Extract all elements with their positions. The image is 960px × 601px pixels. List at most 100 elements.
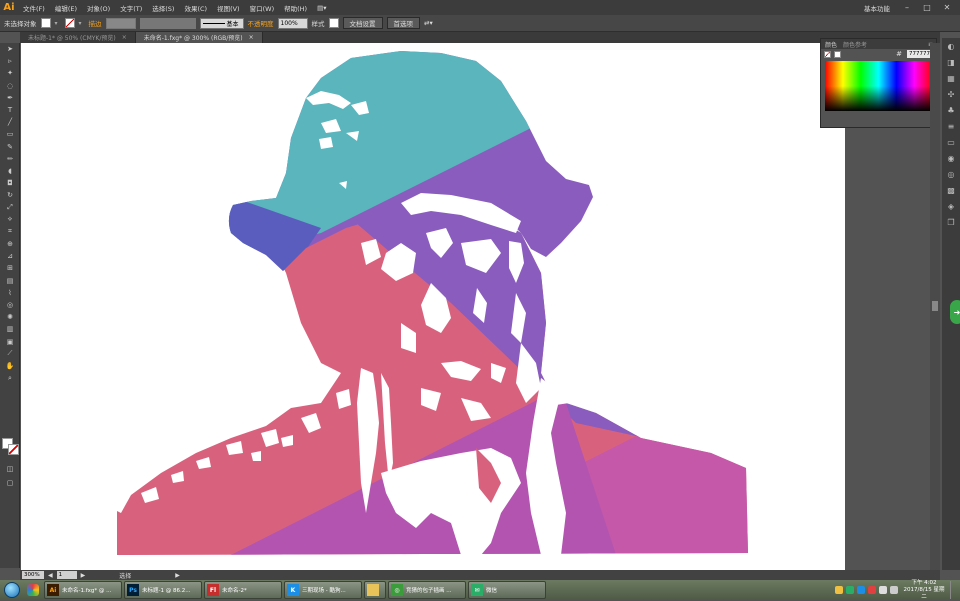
taskbar-item[interactable]: K 三期现场 - 酷狗... bbox=[284, 581, 362, 599]
menu-select[interactable]: 选择(S) bbox=[147, 3, 179, 13]
menu-edit[interactable]: 编辑(E) bbox=[50, 3, 82, 13]
selection-tool-icon[interactable]: ➤ bbox=[0, 43, 20, 55]
menu-help[interactable]: 帮助(H) bbox=[279, 3, 312, 13]
menu-window[interactable]: 窗口(W) bbox=[245, 3, 280, 13]
color-guide-icon[interactable]: ◨ bbox=[942, 54, 960, 70]
screen-mode-icon[interactable]: ▢ bbox=[0, 477, 20, 489]
tab-color-guide[interactable]: 颜色参考 bbox=[843, 40, 867, 49]
gradient-tool-icon[interactable]: ▤ bbox=[0, 275, 20, 287]
close-icon[interactable]: × bbox=[122, 34, 127, 41]
swatches-icon[interactable]: ▦ bbox=[942, 70, 960, 86]
taskbar-item[interactable]: Ai 未命名-1.fxg* @ ... bbox=[44, 581, 122, 599]
taskbar-item[interactable] bbox=[364, 581, 386, 599]
tab-color[interactable]: 颜色 bbox=[825, 40, 837, 49]
network-icon[interactable] bbox=[879, 586, 887, 594]
type-tool-icon[interactable]: T bbox=[0, 104, 20, 116]
graphic-styles-icon[interactable]: ▩ bbox=[942, 182, 960, 198]
perspective-grid-icon[interactable]: ⊿ bbox=[0, 250, 20, 262]
brushes-icon[interactable]: ✣ bbox=[942, 86, 960, 102]
clock[interactable]: 下午 4:02 2017/8/15 星期二 bbox=[901, 580, 947, 601]
workspace-switcher[interactable]: 基本功能 bbox=[860, 3, 894, 13]
style-swatch[interactable] bbox=[328, 18, 339, 28]
artboard-number[interactable]: 1 bbox=[56, 571, 77, 579]
gradient-icon[interactable]: ▭ bbox=[942, 134, 960, 150]
rectangle-tool-icon[interactable]: ▭ bbox=[0, 128, 20, 140]
appearance-icon[interactable]: ◎ bbox=[942, 166, 960, 182]
taskbar-item[interactable]: Fl 未命名-2* bbox=[204, 581, 282, 599]
slice-tool-icon[interactable]: ⟋ bbox=[0, 348, 20, 360]
blob-brush-icon[interactable]: ◖ bbox=[0, 165, 20, 177]
close-icon[interactable]: × bbox=[249, 34, 254, 41]
chevron-down-icon[interactable]: ▾ bbox=[79, 18, 85, 28]
transparency-icon[interactable]: ◉ bbox=[942, 150, 960, 166]
artboard-tool-icon[interactable]: ▣ bbox=[0, 336, 20, 348]
zoom-field[interactable]: 300% bbox=[22, 571, 44, 579]
tab-document-1[interactable]: 未标题-1* @ 50% (CMYK/预览) × bbox=[20, 32, 136, 43]
tray-icon[interactable] bbox=[857, 586, 865, 594]
stroke-label[interactable]: 描边 bbox=[89, 18, 102, 28]
opacity-field[interactable]: 100% bbox=[277, 17, 308, 29]
width-tool-icon[interactable]: ⟡ bbox=[0, 214, 20, 226]
tray-icon[interactable] bbox=[868, 586, 876, 594]
symbol-sprayer-icon[interactable]: ✺ bbox=[0, 311, 20, 323]
symbols-icon[interactable]: ♣ bbox=[942, 102, 960, 118]
vertical-scrollbar[interactable] bbox=[930, 43, 940, 570]
tray-icon[interactable] bbox=[846, 586, 854, 594]
none-swatch[interactable] bbox=[824, 50, 831, 58]
show-desktop-button[interactable] bbox=[950, 581, 956, 599]
color-panel-icon[interactable]: ◐ bbox=[942, 38, 960, 54]
quicklaunch-icon[interactable] bbox=[24, 581, 42, 599]
document-setup-button[interactable]: 文档设置 bbox=[342, 17, 383, 29]
status-arrow-icon[interactable]: ▶ bbox=[175, 572, 180, 579]
graph-tool-icon[interactable]: ▥ bbox=[0, 323, 20, 335]
hand-tool-icon[interactable]: ✋ bbox=[0, 360, 20, 372]
scroll-thumb[interactable] bbox=[932, 301, 938, 311]
stroke-swatch[interactable] bbox=[64, 18, 75, 28]
arrange-icon[interactable]: ⇄▾ bbox=[424, 19, 433, 27]
zoom-tool-icon[interactable]: ⌕ bbox=[0, 372, 20, 384]
blend-tool-icon[interactable]: ◎ bbox=[0, 299, 20, 311]
white-swatch[interactable] bbox=[834, 50, 841, 58]
scale-icon[interactable]: ⤢ bbox=[0, 201, 20, 213]
menu-effect[interactable]: 效果(C) bbox=[179, 3, 212, 13]
fill-swatch[interactable] bbox=[40, 18, 51, 28]
fill-stroke-indicator[interactable] bbox=[2, 438, 19, 456]
draw-mode-icon[interactable]: ◫ bbox=[0, 463, 20, 475]
lasso-icon[interactable]: ◌ bbox=[0, 80, 20, 92]
menu-view[interactable]: 视图(V) bbox=[212, 3, 245, 13]
artboards-icon[interactable]: ❐ bbox=[942, 214, 960, 230]
next-artboard-icon[interactable]: ▶ bbox=[81, 572, 86, 579]
layers-icon[interactable]: ◈ bbox=[942, 198, 960, 214]
taskbar-item[interactable]: Ps 未标题-1 @ 86.2... bbox=[124, 581, 202, 599]
menu-object[interactable]: 对象(O) bbox=[82, 3, 115, 13]
tab-document-2[interactable]: 未命名-1.fxg* @ 300% (RGB/预览) × bbox=[135, 32, 263, 43]
bridge-icon[interactable]: ▤▾ bbox=[312, 4, 331, 12]
pen-tool-icon[interactable]: ✒ bbox=[0, 92, 20, 104]
menu-file[interactable]: 文件(F) bbox=[18, 3, 50, 13]
menu-type[interactable]: 文字(T) bbox=[115, 3, 147, 13]
pencil-icon[interactable]: ✏ bbox=[0, 153, 20, 165]
line-tool-icon[interactable]: ╱ bbox=[0, 116, 20, 128]
preferences-button[interactable]: 首选项 bbox=[386, 17, 420, 29]
stroke-icon[interactable]: ≡ bbox=[942, 118, 960, 134]
rotate-icon[interactable]: ↻ bbox=[0, 189, 20, 201]
chevron-down-icon[interactable]: ▾ bbox=[55, 18, 61, 28]
artboard-canvas[interactable] bbox=[21, 43, 845, 570]
opacity-label[interactable]: 不透明度 bbox=[248, 18, 274, 28]
tray-icon[interactable] bbox=[835, 586, 843, 594]
eraser-icon[interactable]: ◘ bbox=[0, 177, 20, 189]
maximize-button[interactable]: □ bbox=[920, 2, 934, 14]
mesh-tool-icon[interactable]: ⊞ bbox=[0, 262, 20, 274]
direct-selection-tool-icon[interactable]: ▹ bbox=[0, 55, 20, 67]
minimize-button[interactable]: – bbox=[900, 2, 914, 14]
magic-wand-icon[interactable]: ✦ bbox=[0, 67, 20, 79]
paintbrush-icon[interactable]: ✎ bbox=[0, 141, 20, 153]
volume-icon[interactable] bbox=[890, 586, 898, 594]
free-transform-icon[interactable]: ⌗ bbox=[0, 226, 20, 238]
stroke-weight-field[interactable] bbox=[105, 17, 136, 29]
variable-width-field[interactable] bbox=[139, 17, 196, 29]
close-button[interactable]: ✕ bbox=[940, 2, 954, 14]
taskbar-item[interactable]: ◎ 竞猜的包子插画 ... bbox=[388, 581, 466, 599]
color-spectrum[interactable] bbox=[825, 61, 932, 111]
eyedropper-icon[interactable]: ⌇ bbox=[0, 287, 20, 299]
